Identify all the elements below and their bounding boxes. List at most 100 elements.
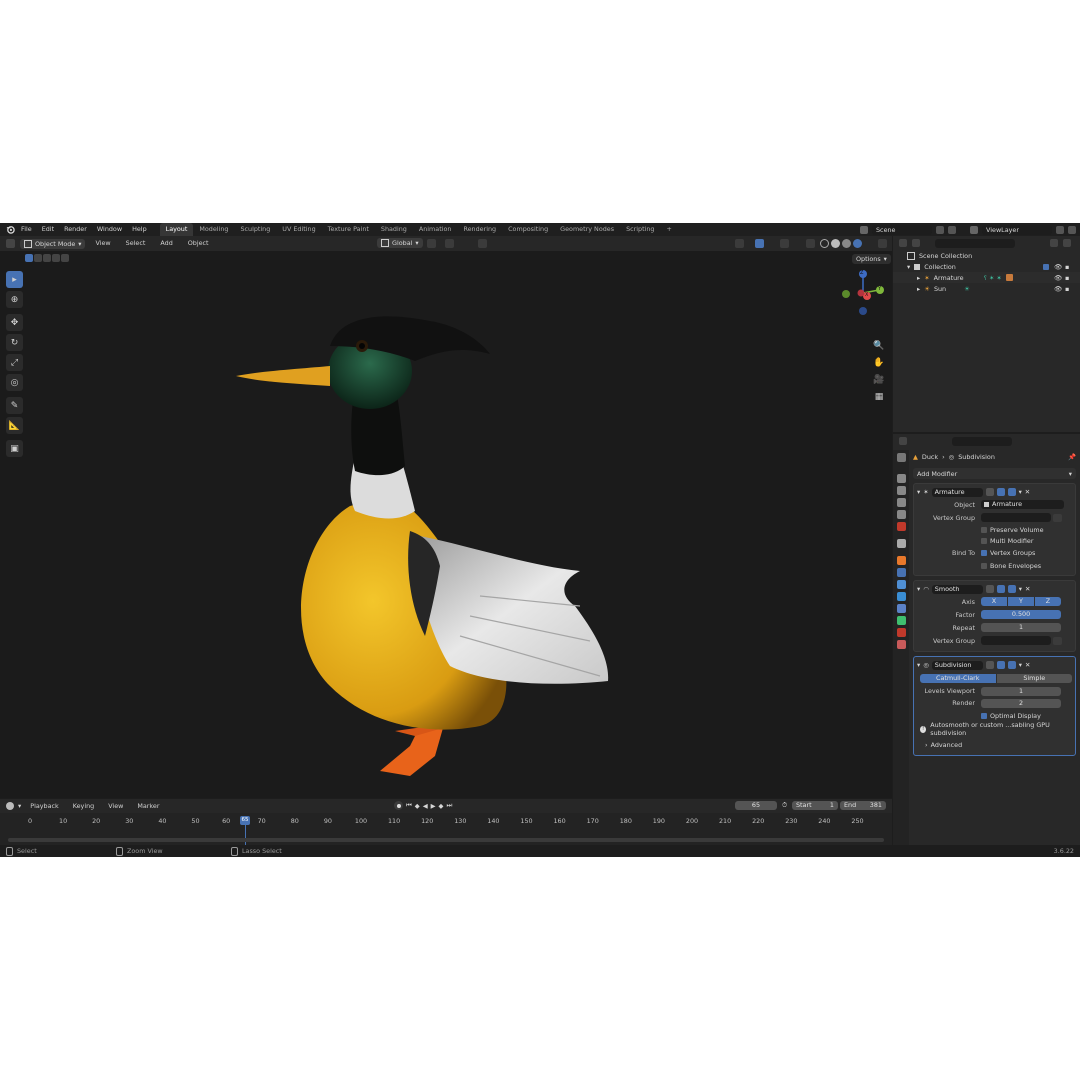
end-frame-field[interactable]: End 381: [840, 801, 886, 810]
tab-uv-editing[interactable]: UV Editing: [276, 223, 321, 236]
collection-checkbox[interactable]: [1043, 263, 1049, 270]
next-keyframe-icon[interactable]: ◆: [439, 802, 444, 810]
bone-envelopes-row[interactable]: Bone Envelopes: [917, 560, 1072, 571]
tab-modeling[interactable]: Modeling: [193, 223, 234, 236]
edit-mode-toggle-icon[interactable]: [985, 661, 994, 669]
xray-icon[interactable]: [806, 239, 815, 248]
output-tab-icon[interactable]: [896, 486, 906, 495]
editor-type-icon[interactable]: [899, 239, 907, 247]
texture-tab-icon[interactable]: [896, 640, 906, 649]
editor-type-icon[interactable]: [899, 437, 907, 445]
axis-z-toggle[interactable]: Z: [1035, 597, 1061, 606]
add-modifier-button[interactable]: Add Modifier ▾: [913, 468, 1076, 479]
new-collection-icon[interactable]: [1063, 239, 1071, 247]
outliner-item-armature[interactable]: ▸ ✶ Armature ⸮ ✶ ✶ 👁 ▪: [893, 272, 1080, 283]
close-icon[interactable]: ✕: [1025, 661, 1030, 669]
timeline-scrollbar[interactable]: [8, 838, 884, 842]
visibility-icon[interactable]: [735, 239, 744, 248]
chevron-down-icon[interactable]: ▾: [1019, 488, 1022, 496]
outliner-search-input[interactable]: [935, 238, 1015, 248]
expand-arrow-icon[interactable]: ▾: [917, 488, 920, 496]
scale-tool[interactable]: ⤢: [6, 354, 23, 371]
particles-tab-icon[interactable]: [896, 580, 906, 589]
jump-end-icon[interactable]: ⏭: [446, 801, 452, 810]
render-toggle-icon[interactable]: [1007, 585, 1016, 593]
editor-type-icon[interactable]: [6, 239, 15, 248]
menu-object[interactable]: Object: [183, 236, 214, 251]
menu-window[interactable]: Window: [92, 223, 127, 236]
tab-rendering[interactable]: Rendering: [457, 223, 502, 236]
modifier-name-input[interactable]: Armature: [931, 487, 983, 497]
expand-arrow-icon[interactable]: ▾: [907, 263, 910, 271]
move-tool[interactable]: ✥: [6, 314, 23, 331]
vertex-group-field[interactable]: [981, 513, 1051, 522]
close-icon[interactable]: [1068, 226, 1076, 234]
eye-icon[interactable]: 👁: [1054, 285, 1062, 293]
modifier-tab-icon[interactable]: [896, 568, 906, 577]
expand-arrow-icon[interactable]: ▸: [917, 274, 920, 282]
preserve-volume-checkbox[interactable]: [981, 526, 987, 533]
viewport-toggle-icon[interactable]: [996, 585, 1005, 593]
measure-tool[interactable]: 📐: [6, 417, 23, 434]
record-icon[interactable]: [394, 801, 403, 810]
tab-sculpting[interactable]: Sculpting: [234, 223, 276, 236]
play-reverse-icon[interactable]: ◀: [423, 802, 428, 810]
transform-orientation-dropdown[interactable]: Global ▾: [377, 238, 423, 248]
scene-name-field[interactable]: Scene: [872, 225, 932, 235]
tab-scripting[interactable]: Scripting: [620, 223, 660, 236]
material-tab-icon[interactable]: [896, 628, 906, 637]
filter-icon[interactable]: [1050, 239, 1058, 247]
jump-start-icon[interactable]: ⏮: [406, 801, 412, 810]
duck-model[interactable]: [230, 306, 620, 806]
modifier-name-input[interactable]: Smooth: [931, 584, 983, 594]
marker-menu[interactable]: Marker: [132, 799, 164, 813]
close-icon[interactable]: ✕: [1025, 585, 1030, 593]
wireframe-shading-icon[interactable]: [820, 239, 829, 248]
collection-row[interactable]: ▾ Collection 👁 ▪: [893, 261, 1080, 272]
playhead[interactable]: 65: [240, 816, 250, 825]
tab-animation[interactable]: Animation: [413, 223, 458, 236]
solid-shading-icon[interactable]: [831, 239, 840, 248]
advanced-subpanel[interactable]: › Advanced: [917, 738, 1072, 751]
tab-shading[interactable]: Shading: [375, 223, 413, 236]
constraints-tab-icon[interactable]: [896, 604, 906, 613]
play-icon[interactable]: ▶: [431, 802, 436, 810]
grid-view-icon[interactable]: ▦: [872, 392, 886, 409]
menu-edit[interactable]: Edit: [37, 223, 59, 236]
collection-tab-icon[interactable]: [896, 539, 906, 548]
chevron-down-icon[interactable]: ▾: [1019, 661, 1022, 669]
chevron-down-icon[interactable]: ▾: [18, 802, 21, 810]
world-tab-icon[interactable]: [896, 522, 906, 531]
camera-icon[interactable]: 🎥: [872, 375, 886, 392]
modifier-name-input[interactable]: Subdivision: [931, 660, 983, 670]
expand-arrow-icon[interactable]: ▾: [917, 661, 920, 669]
copy-icon[interactable]: [1056, 226, 1064, 234]
viewport-toggle-icon[interactable]: [996, 488, 1005, 496]
menu-help[interactable]: Help: [127, 223, 152, 236]
transform-tool[interactable]: ◎: [6, 374, 23, 391]
pin-icon[interactable]: 📌: [1068, 453, 1076, 461]
camera-render-icon[interactable]: ▪: [1065, 285, 1069, 293]
select-box-tool[interactable]: ▸: [6, 271, 23, 288]
rotate-tool[interactable]: ↻: [6, 334, 23, 351]
physics-tab-icon[interactable]: [896, 592, 906, 601]
view-layer-selector[interactable]: ViewLayer: [970, 225, 1076, 235]
scene-collection-row[interactable]: Scene Collection: [893, 250, 1080, 261]
current-frame-field[interactable]: 65: [735, 801, 777, 810]
clock-icon[interactable]: [6, 802, 14, 810]
3d-viewport[interactable]: Options ▾ ▸ ⊕ ✥ ↻ ⤢ ◎ ✎ 📐 ▣ Z X Y 🔍 ✋ 🎥 …: [0, 251, 892, 798]
invert-icon[interactable]: [1053, 513, 1062, 522]
menu-select[interactable]: Select: [121, 236, 151, 251]
expand-arrow-icon[interactable]: ▸: [917, 285, 920, 293]
multi-modifier-row[interactable]: Multi Modifier: [917, 535, 1072, 546]
gizmo-toggle-icon[interactable]: [755, 239, 764, 248]
tab-geometry-nodes[interactable]: Geometry Nodes: [554, 223, 620, 236]
pivot-icon[interactable]: [427, 239, 436, 248]
prev-keyframe-icon[interactable]: ◆: [415, 802, 420, 810]
eye-icon[interactable]: 👁: [1054, 274, 1062, 282]
annotate-tool[interactable]: ✎: [6, 397, 23, 414]
menu-view[interactable]: View: [90, 236, 115, 251]
render-toggle-icon[interactable]: [1007, 661, 1016, 669]
render-tab-icon[interactable]: [896, 474, 906, 483]
axis-x-toggle[interactable]: X: [981, 597, 1007, 606]
